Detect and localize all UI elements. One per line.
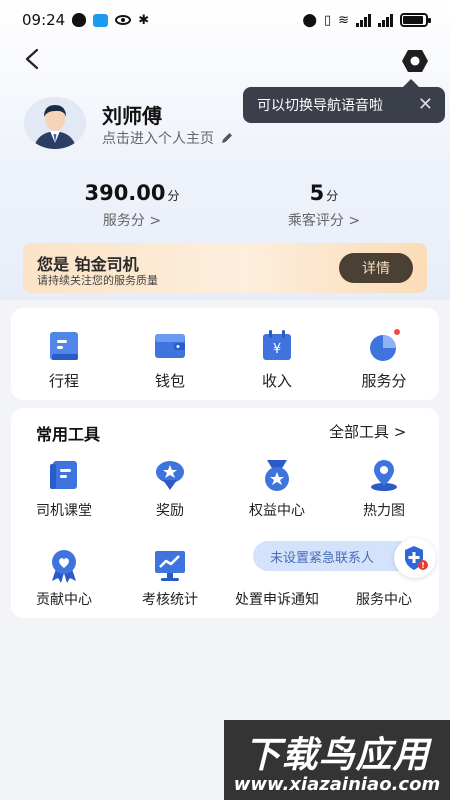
- tool-heatmap[interactable]: 热力图: [334, 456, 434, 520]
- tool-label: 处置申诉通知: [235, 592, 319, 608]
- qq-icon: [72, 13, 87, 27]
- details-button[interactable]: 详情: [339, 253, 413, 283]
- battery-icon: [400, 13, 431, 27]
- quick-action-service-score[interactable]: 服务分: [334, 326, 434, 391]
- reward-icon: [156, 461, 184, 490]
- quick-action-trip[interactable]: 行程: [14, 326, 114, 391]
- close-icon[interactable]: ✕: [418, 96, 433, 114]
- signal-icon: [356, 13, 371, 27]
- contribution-icon: [52, 550, 76, 583]
- tool-label: 权益中心: [249, 503, 305, 519]
- passenger-rating-value: 5: [309, 181, 325, 205]
- profile-link[interactable]: 点击进入个人主页: [102, 128, 234, 148]
- tool-benefits[interactable]: 权益中心: [227, 456, 327, 520]
- wifi-icon: ≋: [338, 12, 349, 28]
- trip-icon: [50, 332, 78, 360]
- tool-contribution[interactable]: 贡献中心: [14, 545, 114, 609]
- quick-action-label: 收入: [261, 372, 292, 390]
- tools-title: 常用工具: [36, 425, 101, 444]
- vibrate-icon: ▯: [323, 12, 332, 28]
- back-chevron-icon[interactable]: [22, 48, 44, 70]
- tool-assessment[interactable]: 考核统计: [120, 545, 220, 609]
- location-icon: ⬤: [302, 12, 317, 28]
- quick-action-label: 服务分: [361, 372, 407, 390]
- eye-icon: [115, 15, 132, 25]
- wallet-icon: [155, 334, 185, 358]
- bluetooth-icon: ✱: [138, 12, 150, 28]
- avatar[interactable]: [24, 97, 86, 149]
- watermark-title: 下载鸟应用: [244, 735, 430, 776]
- quick-action-wallet[interactable]: 钱包: [120, 326, 220, 391]
- income-icon: ¥: [263, 330, 291, 360]
- passenger-rating-value-row: 5分: [254, 181, 394, 205]
- tooltip-text: 可以切换导航语音啦: [257, 98, 383, 114]
- emergency-contact-pill[interactable]: 未设置紧急联系人: [253, 541, 413, 571]
- watermark: 下载鸟应用 www.xiazainiao.com: [224, 720, 450, 800]
- heatmap-icon: [371, 460, 397, 491]
- passenger-rating-stat[interactable]: 5分 乘客评分 >: [254, 181, 394, 230]
- voice-tooltip: 可以切换导航语音啦 ✕: [243, 79, 445, 123]
- all-tools-link[interactable]: 全部工具 >: [329, 421, 406, 442]
- driver-level-banner[interactable]: 您是 铂金司机 请持续关注您的服务质量 详情: [23, 243, 427, 293]
- tool-label: 贡献中心: [36, 592, 92, 608]
- profile-link-text: 点击进入个人主页: [102, 131, 214, 147]
- pencil-icon: [222, 133, 232, 143]
- service-score-value-row: 390.00 分: [62, 181, 202, 205]
- service-score-icon: [370, 329, 400, 361]
- assessment-icon: [155, 551, 185, 581]
- tool-label: 奖励: [156, 503, 184, 519]
- safety-shield-icon[interactable]: [394, 538, 436, 578]
- service-score-unit: 分: [167, 189, 180, 203]
- tool-label: 考核统计: [142, 592, 198, 608]
- passenger-rating-unit: 分: [326, 189, 339, 203]
- tool-label: 司机课堂: [36, 503, 92, 519]
- tool-label: 服务中心: [356, 592, 412, 608]
- settings-icon[interactable]: [401, 48, 429, 74]
- service-score-label[interactable]: 服务分 >: [62, 210, 202, 230]
- quick-action-label: 行程: [48, 372, 79, 390]
- quick-action-label: 钱包: [154, 372, 185, 390]
- tool-driver-class[interactable]: 司机课堂: [14, 456, 114, 520]
- service-score-stat[interactable]: 390.00 分 服务分 >: [62, 181, 202, 230]
- driver-name: 刘师傅: [102, 104, 162, 128]
- status-bar: 09:24 ✱ ⬤ ▯ ≋: [0, 0, 450, 40]
- benefits-icon: [265, 460, 289, 491]
- passenger-rating-label[interactable]: 乘客评分 >: [254, 210, 394, 230]
- status-time: 09:24: [22, 11, 66, 29]
- banner-subtitle: 请持续关注您的服务质量: [37, 274, 158, 287]
- signal-2-icon: [378, 13, 393, 27]
- service-score-value: 390.00: [84, 181, 166, 205]
- watermark-url: www.xiazainiao.com: [233, 774, 441, 795]
- tool-label: 热力图: [363, 503, 405, 519]
- svg-text:¥: ¥: [273, 342, 281, 357]
- tool-reward[interactable]: 奖励: [120, 456, 220, 520]
- quick-action-income[interactable]: ¥ 收入: [227, 326, 327, 391]
- driver-class-icon: [50, 461, 77, 489]
- message-icon: [93, 13, 109, 27]
